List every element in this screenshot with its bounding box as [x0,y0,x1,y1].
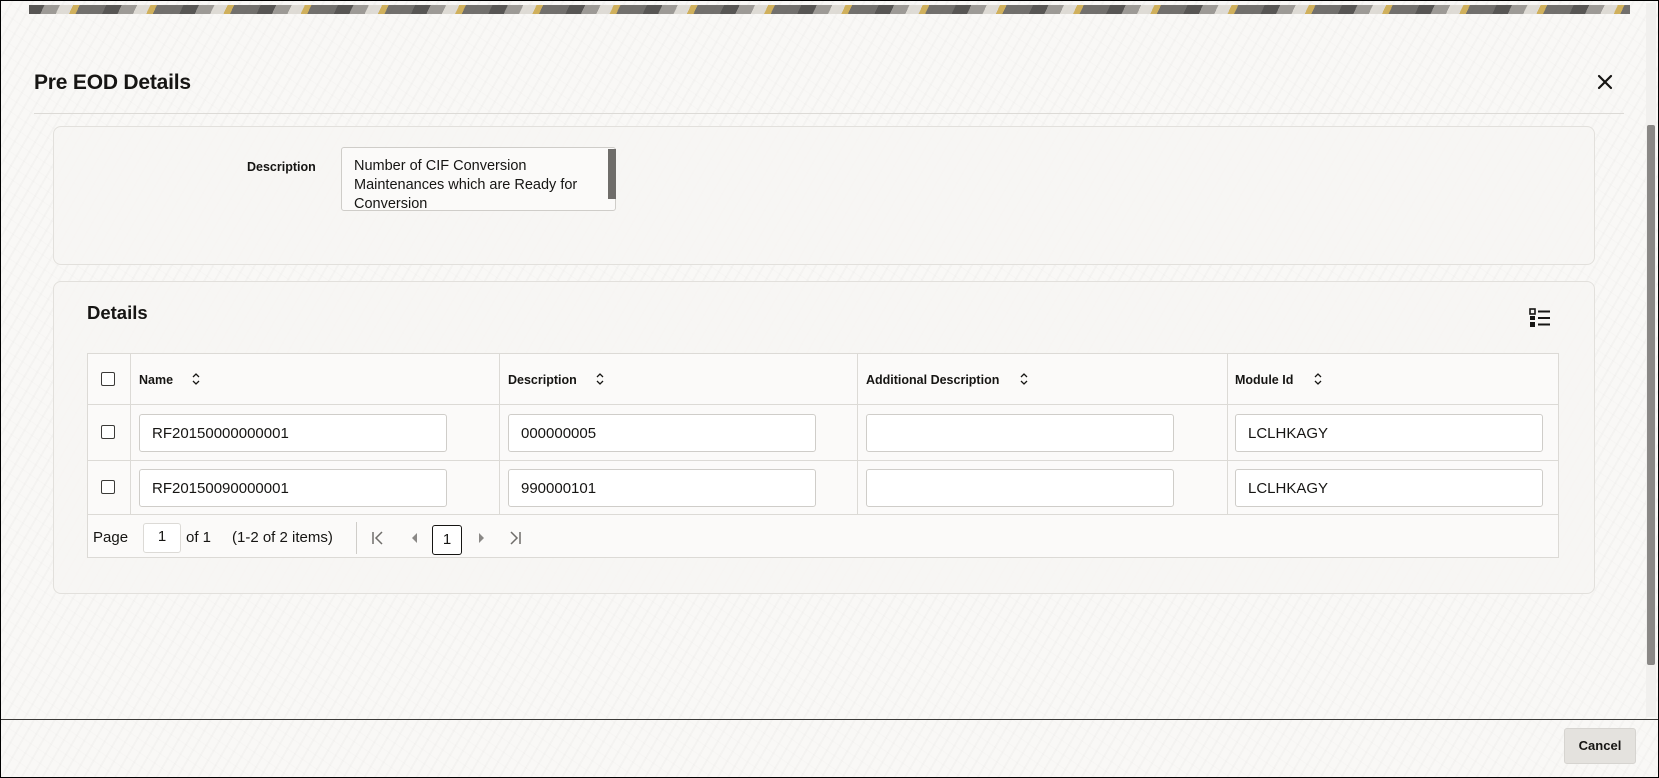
close-icon [1597,74,1613,90]
column-header-description[interactable]: Description [508,373,577,387]
column-divider [857,353,858,514]
select-all-checkbox[interactable] [101,372,115,386]
column-header-name[interactable]: Name [139,373,173,387]
column-divider [1227,353,1228,514]
pager-divider [87,514,1559,515]
pager-of-label: of 1 [186,529,212,546]
close-button[interactable] [1594,71,1616,93]
sort-icon[interactable] [191,372,201,386]
additional-description-field[interactable] [866,469,1174,507]
column-settings-button[interactable] [1529,308,1551,328]
column-divider [130,353,131,514]
pager-items-summary: (1-2 of 2 items) [232,529,333,546]
cancel-button[interactable]: Cancel [1564,728,1636,764]
title-divider [34,113,1624,114]
footer-divider [1,719,1658,720]
header-row-divider [87,404,1559,405]
description-field[interactable] [508,414,816,452]
first-page-icon[interactable] [370,530,386,546]
column-header-module-id[interactable]: Module Id [1235,373,1293,387]
description-scrollbar[interactable] [608,149,616,199]
details-title: Details [87,302,148,323]
row-divider [87,460,1559,461]
name-field[interactable] [139,469,447,507]
sort-icon[interactable] [1313,372,1323,386]
sort-icon[interactable] [595,372,605,386]
page-number-input[interactable]: 1 [143,523,181,553]
sort-icon[interactable] [1019,372,1029,386]
dialog-scrollbar-thumb[interactable] [1647,125,1655,665]
details-table [87,353,1559,558]
column-divider [499,353,500,514]
header-banner-strip [29,5,1630,14]
description-field[interactable] [508,469,816,507]
module-id-field[interactable] [1235,469,1543,507]
last-page-icon[interactable] [507,530,523,546]
pager-separator [356,522,357,554]
description-label: Description [247,160,316,174]
row-checkbox[interactable] [101,425,115,439]
description-textarea[interactable]: Number of CIF Conversion Maintenances wh… [341,147,616,211]
name-field[interactable] [139,414,447,452]
pager-page-label: Page [93,529,129,546]
row-checkbox[interactable] [101,480,115,494]
dialog-title: Pre EOD Details [34,71,191,94]
additional-description-field[interactable] [866,414,1174,452]
next-page-icon[interactable] [473,530,489,546]
current-page-button[interactable]: 1 [432,525,462,555]
module-id-field[interactable] [1235,414,1543,452]
dialog-window: Pre EOD Details Description Number of CI… [0,0,1659,778]
description-panel [53,126,1595,265]
column-header-additional-description[interactable]: Additional Description [866,373,999,387]
list-columns-icon [1529,308,1550,327]
previous-page-icon[interactable] [407,530,423,546]
